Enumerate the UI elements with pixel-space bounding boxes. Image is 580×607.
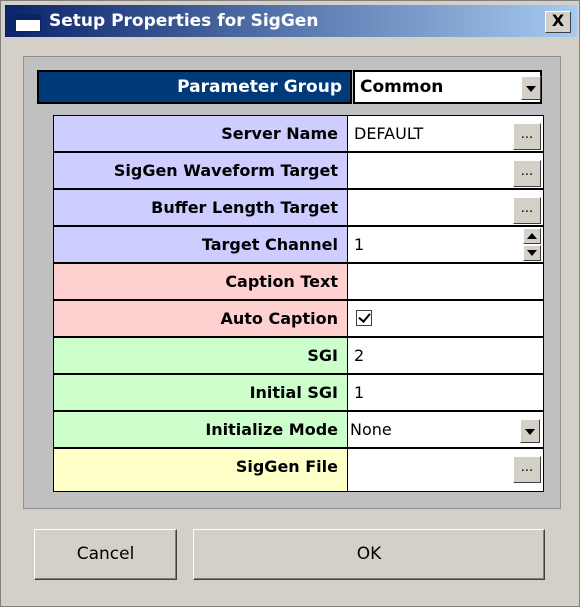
window-title: Setup Properties for SigGen xyxy=(49,11,319,31)
browse-button[interactable]: ... xyxy=(513,160,541,187)
initial-sgi-field[interactable]: 1 xyxy=(348,375,543,410)
property-value: DEFAULT xyxy=(354,124,424,143)
window-icon xyxy=(15,14,41,32)
browse-button[interactable]: ... xyxy=(513,123,541,150)
property-row-server-name: Server Name DEFAULT ... xyxy=(54,116,543,152)
ok-button[interactable]: OK xyxy=(193,529,545,580)
property-row-initialize-mode: Initialize Mode None xyxy=(54,412,543,448)
property-label: SigGen File xyxy=(54,449,347,491)
property-label: Initialize Mode xyxy=(54,412,347,447)
title-bar[interactable]: Setup Properties for SigGen X xyxy=(5,5,577,37)
sgi-field[interactable]: 2 xyxy=(348,338,543,373)
property-label: Buffer Length Target xyxy=(54,190,347,225)
chevron-down-icon[interactable] xyxy=(520,419,540,443)
browse-button[interactable]: ... xyxy=(513,197,541,224)
buffer-length-target-field[interactable]: ... xyxy=(348,190,543,225)
siggen-waveform-target-field[interactable]: ... xyxy=(348,153,543,188)
property-label: Initial SGI xyxy=(54,375,347,410)
property-row-buffer-length-target: Buffer Length Target ... xyxy=(54,190,543,226)
auto-caption-field xyxy=(348,301,543,336)
spin-up-icon[interactable] xyxy=(523,228,541,244)
property-value: None xyxy=(350,420,392,439)
property-row-target-channel: Target Channel 1 xyxy=(54,227,543,263)
property-row-siggen-file: SigGen File ... xyxy=(54,449,543,491)
property-row-sgi: SGI 2 xyxy=(54,338,543,374)
parameter-group-select[interactable]: Common xyxy=(353,70,542,104)
property-grid: Server Name DEFAULT ... SigGen Waveform … xyxy=(53,115,544,492)
setup-properties-dialog: Setup Properties for SigGen X Parameter … xyxy=(0,0,580,607)
parameter-group-value: Common xyxy=(360,77,444,97)
caption-text-field[interactable] xyxy=(348,264,543,299)
property-row-caption-text: Caption Text xyxy=(54,264,543,300)
property-label: SigGen Waveform Target xyxy=(54,153,347,188)
property-value: 1 xyxy=(354,235,365,254)
property-row-siggen-waveform-target: SigGen Waveform Target ... xyxy=(54,153,543,189)
cancel-button[interactable]: Cancel xyxy=(34,529,177,580)
property-row-auto-caption: Auto Caption xyxy=(54,301,543,337)
property-label: Caption Text xyxy=(54,264,347,299)
property-value: 2 xyxy=(354,346,365,365)
browse-button[interactable]: ... xyxy=(513,456,541,483)
target-channel-field[interactable]: 1 xyxy=(348,227,543,262)
initialize-mode-select[interactable]: None xyxy=(348,412,543,447)
chevron-down-icon[interactable] xyxy=(521,76,541,100)
property-label: Target Channel xyxy=(54,227,347,262)
target-channel-spinner xyxy=(523,228,541,261)
close-button[interactable]: X xyxy=(545,11,571,33)
property-row-initial-sgi: Initial SGI 1 xyxy=(54,375,543,411)
property-value: 1 xyxy=(354,383,365,402)
spin-down-icon[interactable] xyxy=(523,245,541,261)
property-label: Auto Caption xyxy=(54,301,347,336)
property-label: Server Name xyxy=(54,116,347,151)
siggen-file-field[interactable]: ... xyxy=(348,449,543,491)
server-name-field[interactable]: DEFAULT ... xyxy=(348,116,543,151)
property-label: SGI xyxy=(54,338,347,373)
auto-caption-checkbox[interactable] xyxy=(356,310,372,326)
parameter-group-label: Parameter Group xyxy=(37,70,352,104)
